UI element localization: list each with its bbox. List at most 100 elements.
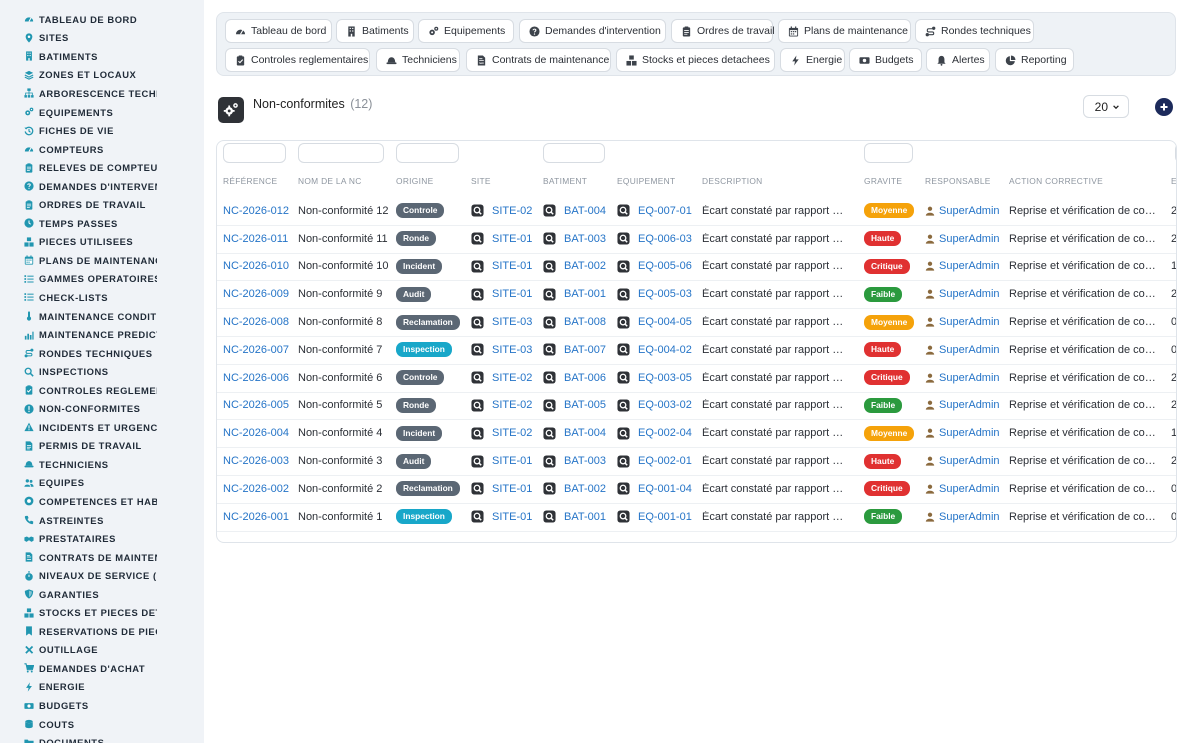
batiment-link[interactable]: BAT-006 [564,372,606,384]
filter-input-name[interactable] [298,143,384,163]
column-header-extra[interactable]: E [1171,176,1176,186]
nav-button-batiments[interactable]: Batiments [336,19,414,43]
nav-button-rondes-techniques[interactable]: Rondes techniques [915,19,1034,43]
sidebar-item-documents[interactable]: DOCUMENTS [0,733,204,743]
sidebar-item-demandes-d-achat[interactable]: DEMANDES D'ACHAT [0,659,204,678]
sidebar-item-incidents-et-urgences[interactable]: INCIDENTS ET URGENCES [0,418,204,437]
batiment-link[interactable]: BAT-002 [564,260,606,272]
equipement-link[interactable]: EQ-005-06 [638,260,692,272]
sidebar-item-energie[interactable]: ENERGIE [0,678,204,697]
responsable-link[interactable]: SuperAdmin [939,316,1000,328]
table-row[interactable]: NC-2026-011 Non-conformité 11 Ronde SITE-01… [217,225,1176,254]
nav-button-reporting[interactable]: Reporting [995,48,1074,72]
sidebar-item-fiches-de-vie[interactable]: FICHES DE VIE [0,121,204,140]
site-link[interactable]: SITE-01 [492,483,532,495]
site-link[interactable]: SITE-03 [492,316,532,328]
sidebar-item-inspections[interactable]: INSPECTIONS [0,362,204,381]
sidebar-item-batiments[interactable]: BATIMENTS [0,47,204,66]
sidebar-item-controles-reglement[interactable]: CONTROLES REGLEMENT [0,381,204,400]
sidebar-item-demandes-d-intervent[interactable]: DEMANDES D'INTERVENT [0,177,204,196]
reference-link[interactable]: NC-2026-006 [223,372,289,384]
batiment-link[interactable]: BAT-008 [564,316,606,328]
equipement-link[interactable]: EQ-007-01 [638,205,692,217]
sidebar-item-equipes[interactable]: EQUIPES [0,474,204,493]
column-header-reference[interactable]: RÉFÉRENCE [223,176,277,186]
sidebar-item-astreintes[interactable]: ASTREINTES [0,511,204,530]
responsable-link[interactable]: SuperAdmin [939,233,1000,245]
responsable-link[interactable]: SuperAdmin [939,260,1000,272]
sidebar-item-permis-de-travail[interactable]: PERMIS DE TRAVAIL [0,437,204,456]
nav-button-tableau-de-bord[interactable]: Tableau de bord [225,19,332,43]
responsable-link[interactable]: SuperAdmin [939,288,1000,300]
reference-link[interactable]: NC-2026-004 [223,427,289,439]
batiment-link[interactable]: BAT-002 [564,483,606,495]
reference-link[interactable]: NC-2026-007 [223,344,289,356]
responsable-link[interactable]: SuperAdmin [939,344,1000,356]
nav-button-stocks-et-pieces-detachees[interactable]: Stocks et pieces detachees [616,48,775,72]
responsable-link[interactable]: SuperAdmin [939,455,1000,467]
sidebar-item-compteurs[interactable]: COMPTEURS [0,140,204,159]
reference-link[interactable]: NC-2026-009 [223,288,289,300]
table-row[interactable]: NC-2026-006 Non-conformité 6 Controle SITE-… [217,364,1176,393]
responsable-link[interactable]: SuperAdmin [939,427,1000,439]
equipement-link[interactable]: EQ-004-02 [638,344,692,356]
table-row[interactable]: NC-2026-008 Non-conformité 8 Reclamation SI… [217,308,1176,337]
reference-link[interactable]: NC-2026-010 [223,260,289,272]
reference-link[interactable]: NC-2026-008 [223,316,289,328]
site-link[interactable]: SITE-01 [492,288,532,300]
sidebar-item-check-lists[interactable]: CHECK-LISTS [0,288,204,307]
sidebar-item-maintenance-conditio[interactable]: MAINTENANCE CONDITIO [0,307,204,326]
sidebar-item-niveaux-de-service-sl[interactable]: NIVEAUX DE SERVICE (SL [0,566,204,585]
sidebar-item-couts[interactable]: COUTS [0,715,204,734]
sidebar-item-outillage[interactable]: OUTILLAGE [0,641,204,660]
site-link[interactable]: SITE-01 [492,233,532,245]
sidebar-item-plans-de-maintenance[interactable]: PLANS DE MAINTENANCE [0,251,204,270]
equipement-link[interactable]: EQ-001-01 [638,511,692,523]
sidebar-item-releves-de-compteurs[interactable]: RELEVES DE COMPTEURS [0,158,204,177]
responsable-link[interactable]: SuperAdmin [939,483,1000,495]
sidebar-item-tableau-de-bord[interactable]: TABLEAU DE BORD [0,10,204,29]
filter-input-origin[interactable] [396,143,459,163]
responsable-link[interactable]: SuperAdmin [939,399,1000,411]
filter-input-gravite[interactable] [864,143,913,163]
nav-button-budgets[interactable]: Budgets [849,48,922,72]
per-page-select[interactable]: 20 [1083,95,1129,118]
sidebar-item-techniciens[interactable]: TECHNICIENS [0,455,204,474]
equipement-link[interactable]: EQ-005-03 [638,288,692,300]
sidebar-item-competences-et-habil[interactable]: COMPETENCES ET HABIL [0,492,204,511]
site-link[interactable]: SITE-01 [492,455,532,467]
batiment-link[interactable]: BAT-004 [564,427,606,439]
column-header-gravite[interactable]: GRAVITE [864,176,902,186]
sidebar-item-zones-et-locaux[interactable]: ZONES ET LOCAUX [0,66,204,85]
reference-link[interactable]: NC-2026-002 [223,483,289,495]
sidebar-item-sites[interactable]: SITES [0,29,204,48]
sidebar-item-ordres-de-travail[interactable]: ORDRES DE TRAVAIL [0,195,204,214]
table-row[interactable]: NC-2026-007 Non-conformité 7 Inspection SIT… [217,336,1176,365]
site-link[interactable]: SITE-02 [492,427,532,439]
sidebar-item-maintenance-predicti[interactable]: MAINTENANCE PREDICTI [0,325,204,344]
batiment-link[interactable]: BAT-001 [564,288,606,300]
equipement-link[interactable]: EQ-004-05 [638,316,692,328]
column-header-nom-de-la-nc[interactable]: NOM DE LA NC [298,176,362,186]
responsable-link[interactable]: SuperAdmin [939,205,1000,217]
nav-button-demandes-d-intervention[interactable]: Demandes d'intervention [519,19,666,43]
nav-button-alertes[interactable]: Alertes [926,48,990,72]
sidebar-item-arborescence-techni[interactable]: ARBORESCENCE TECHNI [0,84,204,103]
column-header-action-corrective[interactable]: ACTION CORRECTIVE [1009,176,1103,186]
column-header-responsable[interactable]: RESPONSABLE [925,176,991,186]
nav-button-plans-de-maintenance[interactable]: Plans de maintenance [778,19,911,43]
sidebar-item-rondes-techniques[interactable]: RONDES TECHNIQUES [0,344,204,363]
reference-link[interactable]: NC-2026-011 [223,233,288,245]
table-row[interactable]: NC-2026-009 Non-conformité 9 Audit SITE-01 B… [217,280,1176,310]
table-row[interactable]: NC-2026-012 Non-conformité 12 Controle SITE… [217,197,1176,226]
reference-link[interactable]: NC-2026-001 [223,511,289,523]
sidebar-item-prestataires[interactable]: PRESTATAIRES [0,529,204,548]
nav-button-techniciens[interactable]: Techniciens [376,48,460,72]
equipement-link[interactable]: EQ-003-02 [638,399,692,411]
filter-input-batiment[interactable] [543,143,605,163]
sidebar-item-gammes-operatoires[interactable]: GAMMES OPERATOIRES [0,270,204,289]
column-header-origine[interactable]: ORIGINE [396,176,433,186]
sidebar-item-equipements[interactable]: EQUIPEMENTS [0,103,204,122]
table-row[interactable]: NC-2026-004 Non-conformité 4 Incident SITE-… [217,419,1176,449]
nav-button-equipements[interactable]: Equipements [418,19,514,43]
